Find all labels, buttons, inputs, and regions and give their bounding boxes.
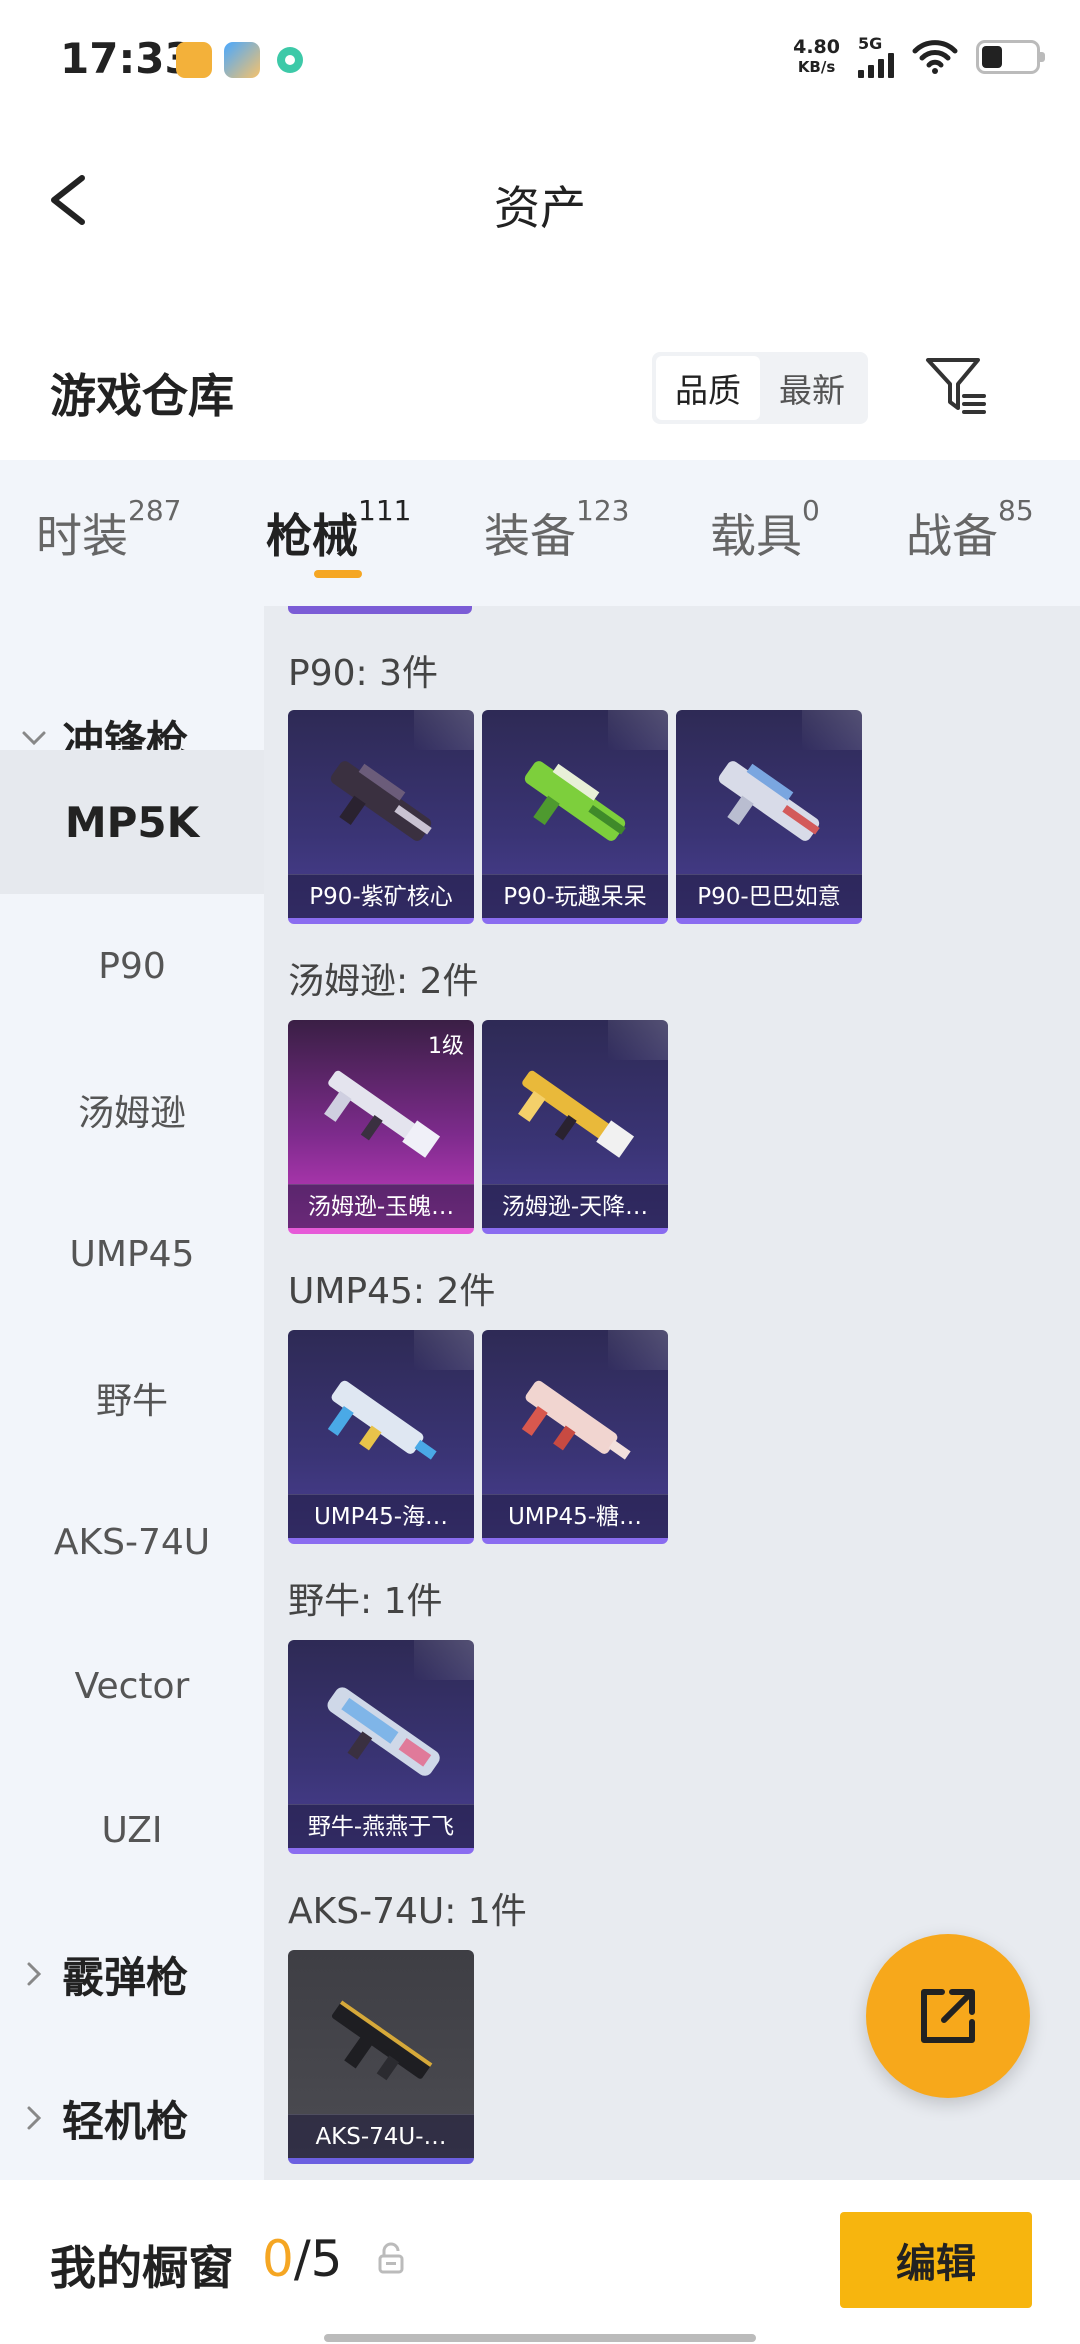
skin-name: UMP45-海… <box>288 1494 474 1538</box>
section-header-aks74u: AKS-74U: 1件 <box>288 1891 527 1932</box>
skin-name: P90-玩趣呆呆 <box>482 874 668 918</box>
gun-image <box>330 761 432 841</box>
gun-image <box>331 2000 433 2081</box>
section-header-ump45: UMP45: 2件 <box>288 1271 496 1312</box>
lock-icon <box>378 2242 404 2274</box>
active-tab-indicator <box>314 570 362 578</box>
sort-toggle: 品质 最新 <box>652 352 868 424</box>
chevron-right-icon <box>27 1962 42 1986</box>
chevron-right-icon <box>27 2106 42 2130</box>
nav-item-vector[interactable]: Vector <box>0 1614 264 1758</box>
network-type: 5G <box>858 36 894 78</box>
nav-group-shotgun[interactable]: 霰弹枪 <box>0 1902 264 2046</box>
nav-item-thompson[interactable]: 汤姆逊 <box>0 1038 264 1182</box>
skin-card[interactable]: P90-紫矿核心 <box>288 710 474 924</box>
tab-vehicles[interactable]: 载具0 <box>710 494 820 566</box>
warehouse-title: 游戏仓库 <box>50 369 234 423</box>
page-title: 资产 <box>494 181 586 235</box>
network-label: 5G <box>858 34 883 53</box>
nav-group-label: 轻机枪 <box>62 2096 189 2146</box>
net-speed: 4.80 KB/s <box>793 37 840 77</box>
nav-item-uzi[interactable]: UZI <box>0 1758 264 1902</box>
nav-item-p90[interactable]: P90 <box>0 894 264 1038</box>
skin-card[interactable]: 1级 汤姆逊-玉魄… <box>288 1020 474 1234</box>
tab-firearms[interactable]: 枪械111 <box>266 494 411 566</box>
tab-fashion[interactable]: 时装287 <box>36 494 181 566</box>
signal-icon <box>858 52 894 78</box>
assets-screen: 17:33 4.80 KB/s 5G 资产 游戏仓库 品质 最新 时装287 枪… <box>0 0 1080 2344</box>
tab-label: 枪械 <box>266 509 358 563</box>
skin-card[interactable]: 野牛-燕燕于飞 <box>288 1640 474 1854</box>
card-edge <box>288 606 472 614</box>
skin-name: P90-巴巴如意 <box>676 874 862 918</box>
gun-image <box>324 1070 441 1158</box>
filter-button[interactable] <box>920 350 992 422</box>
skin-card[interactable]: AKS-74U-… <box>288 1950 474 2164</box>
gun-image <box>524 761 626 841</box>
net-speed-unit: KB/s <box>797 58 836 76</box>
nav-group-lmg[interactable]: 轻机枪 <box>0 2046 264 2190</box>
skin-name: AKS-74U-… <box>288 2114 474 2158</box>
sort-newest-button[interactable]: 最新 <box>760 356 864 420</box>
gun-image <box>518 1070 635 1158</box>
skin-card[interactable]: 汤姆逊-天降… <box>482 1020 668 1234</box>
skin-card[interactable]: P90-玩趣呆呆 <box>482 710 668 924</box>
gun-image <box>718 761 820 841</box>
skin-name: 汤姆逊-天降… <box>482 1184 668 1228</box>
skin-name: 汤姆逊-玉魄… <box>288 1184 474 1228</box>
chevron-down-icon <box>22 731 46 746</box>
weapon-type-nav: 冲锋枪 MP5K P90 汤姆逊 UMP45 野牛 AKS-74U Vector… <box>0 606 264 2180</box>
skin-name: 野牛-燕燕于飞 <box>288 1804 474 1848</box>
gun-image <box>327 1687 440 1776</box>
tab-count: 0 <box>802 494 820 527</box>
section-header-p90: P90: 3件 <box>288 653 438 694</box>
tab-label: 战备 <box>906 509 998 563</box>
filter-icon <box>926 358 986 414</box>
category-tabs: 时装287 枪械111 装备123 载具0 战备85 <box>0 460 1080 606</box>
nav-item-mp5k[interactable]: MP5K <box>0 750 264 894</box>
app-icon-blue <box>224 42 260 78</box>
nav-group-label: 霰弹枪 <box>62 1952 189 2002</box>
app-icon-orange <box>176 42 212 78</box>
showcase-total: /5 <box>293 2230 343 2288</box>
gun-image <box>327 1380 437 1460</box>
share-icon <box>921 1989 975 2043</box>
showcase-count: 0/5 <box>262 2230 342 2288</box>
home-indicator <box>324 2334 756 2342</box>
edit-button[interactable]: 编辑 <box>840 2212 1032 2308</box>
status-time: 17:33 <box>60 34 194 83</box>
nav-item-bizon[interactable]: 野牛 <box>0 1326 264 1470</box>
skin-card[interactable]: UMP45-海… <box>288 1330 474 1544</box>
tab-label: 时装 <box>36 509 128 563</box>
showcase-filled: 0 <box>262 2230 294 2288</box>
wifi-icon <box>912 40 958 74</box>
sort-quality-button[interactable]: 品质 <box>656 356 760 420</box>
section-header-bizon: 野牛: 1件 <box>288 1581 443 1622</box>
net-speed-value: 4.80 <box>793 36 840 58</box>
top-bar: 资产 <box>0 140 1080 260</box>
status-bar: 17:33 4.80 KB/s 5G <box>0 0 1080 120</box>
battery-icon <box>976 40 1045 74</box>
gun-image <box>521 1380 631 1460</box>
showcase-label: 我的橱窗 <box>50 2241 234 2295</box>
share-button[interactable] <box>866 1934 1030 2098</box>
tab-label: 载具 <box>710 509 802 563</box>
nav-item-ump45[interactable]: UMP45 <box>0 1182 264 1326</box>
skin-card[interactable]: P90-巴巴如意 <box>676 710 862 924</box>
app-icon-green <box>272 42 308 78</box>
skin-name: P90-紫矿核心 <box>288 874 474 918</box>
tab-label: 装备 <box>484 509 576 563</box>
nav-item-aks74u[interactable]: AKS-74U <box>0 1470 264 1614</box>
tab-count: 111 <box>358 494 412 527</box>
tab-supplies[interactable]: 战备85 <box>906 494 1034 566</box>
showcase-bar: 我的橱窗 0/5 编辑 <box>0 2180 1080 2344</box>
section-header-thompson: 汤姆逊: 2件 <box>288 961 479 1002</box>
tab-count: 85 <box>998 494 1034 527</box>
tab-count: 123 <box>576 494 630 527</box>
status-indicators: 4.80 KB/s 5G <box>793 36 1045 78</box>
tab-equipment[interactable]: 装备123 <box>484 494 629 566</box>
skin-card[interactable]: UMP45-糖… <box>482 1330 668 1544</box>
skin-name: UMP45-糖… <box>482 1494 668 1538</box>
tab-count: 287 <box>128 494 182 527</box>
